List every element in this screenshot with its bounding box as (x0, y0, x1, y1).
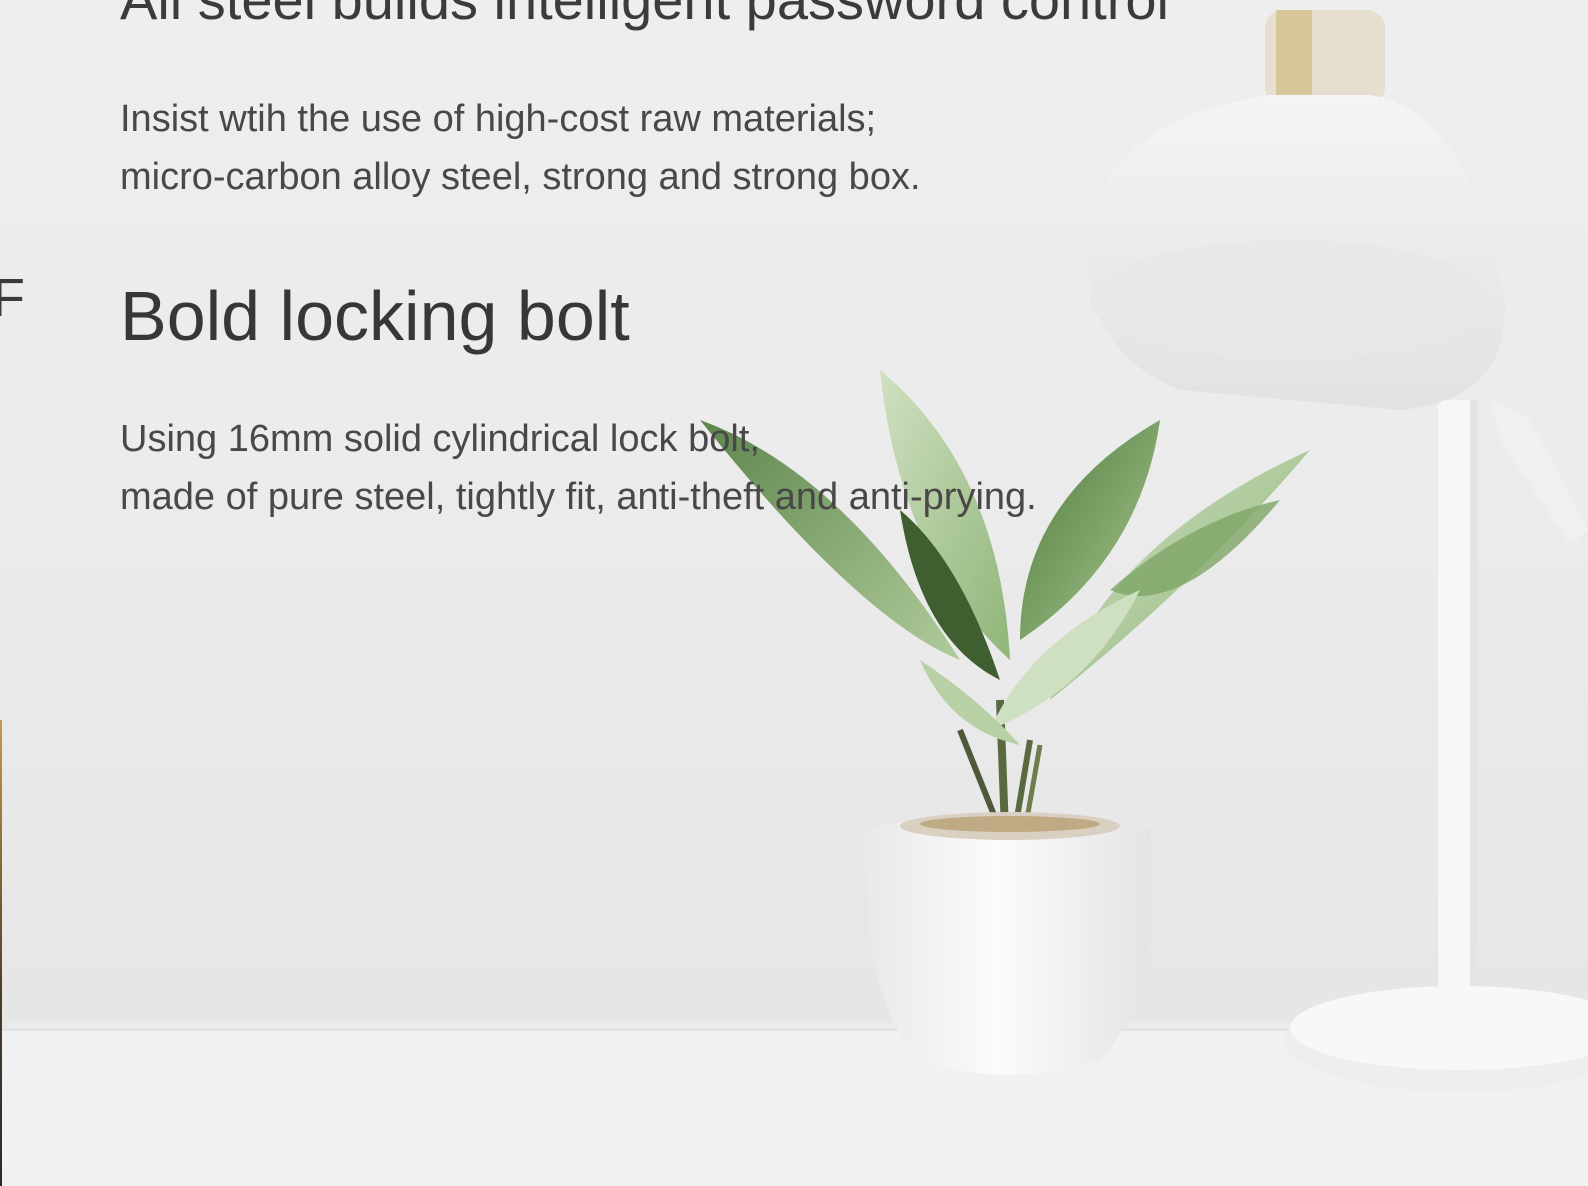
product-detail-slide: F All steel builds intelligent password … (0, 0, 1588, 1186)
materials-line: Insist wtih the use of high-cost raw mat… (120, 98, 877, 140)
materials-paragraph: Insist wtih the use of high-cost raw mat… (120, 90, 921, 206)
page-headline: All steel builds intelligent password co… (120, 0, 1169, 32)
materials-line: micro-carbon alloy steel, strong and str… (120, 156, 921, 198)
bolt-line: made of pure steel, tightly fit, anti-th… (120, 476, 1037, 518)
edge-text-fragment: F (0, 268, 25, 328)
bolt-paragraph: Using 16mm solid cylindrical lock bolt, … (120, 410, 1037, 526)
bolt-line: Using 16mm solid cylindrical lock bolt, (120, 418, 760, 460)
bolt-section-title: Bold locking bolt (120, 277, 630, 355)
left-edge-strip (0, 720, 2, 1186)
